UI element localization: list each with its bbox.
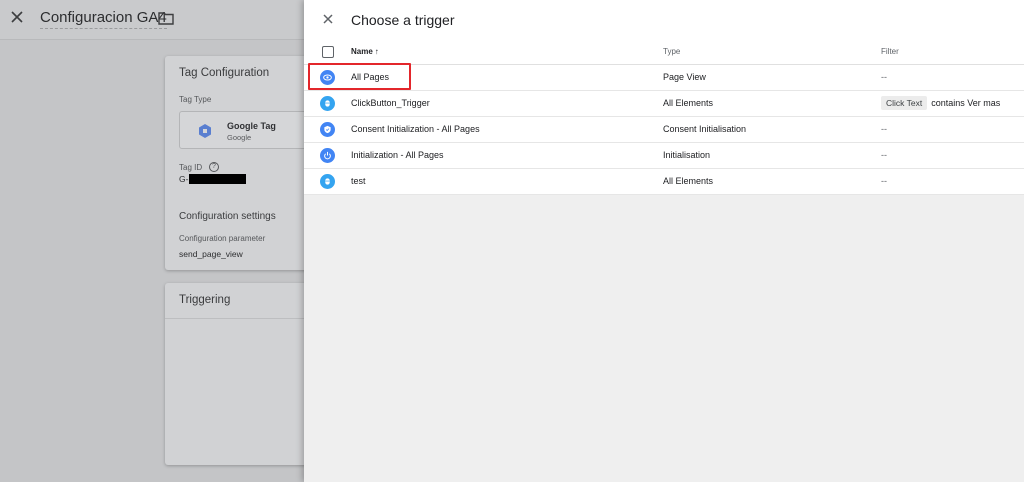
table-header: Name ↑ Type Filter — [304, 40, 1024, 65]
triggering-card[interactable]: Triggering — [165, 283, 315, 465]
tag-configuration-card[interactable]: Tag Configuration Tag Type Google Tag Go… — [165, 56, 315, 270]
tag-type-name: Google Tag — [227, 121, 276, 131]
power-icon — [320, 148, 335, 163]
config-settings-label: Configuration settings — [179, 211, 276, 222]
config-param-label: Configuration parameter — [179, 234, 266, 243]
table-row[interactable]: test All Elements -- — [304, 169, 1024, 195]
filter-variable-chip: Click Text — [881, 96, 928, 110]
trigger-filter: -- — [881, 176, 887, 186]
trigger-table: Name ↑ Type Filter All Pages Page View --… — [304, 40, 1024, 195]
sort-arrow-icon: ↑ — [374, 47, 379, 56]
column-header-filter: Filter — [881, 47, 899, 56]
trigger-filter: -- — [881, 124, 887, 134]
trigger-name: Consent Initialization - All Pages — [351, 124, 480, 134]
drawer-header: Choose a trigger — [304, 0, 1024, 40]
divider — [165, 318, 315, 319]
folder-icon[interactable] — [158, 11, 174, 25]
drawer-title: Choose a trigger — [351, 12, 455, 28]
trigger-name: All Pages — [351, 72, 390, 82]
click-icon — [320, 174, 335, 189]
tag-type-box: Google Tag Google — [179, 111, 309, 149]
table-row[interactable]: ClickButton_Trigger All Elements Click T… — [304, 91, 1024, 117]
table-row[interactable]: All Pages Page View -- — [304, 65, 1024, 91]
choose-trigger-drawer: Choose a trigger Name ↑ Type Filter All P… — [304, 0, 1024, 482]
google-tag-icon — [199, 124, 211, 138]
trigger-type: All Elements — [663, 176, 714, 186]
trigger-name: Initialization - All Pages — [351, 150, 444, 160]
table-row[interactable]: Consent Initialization - All Pages Conse… — [304, 117, 1024, 143]
redaction-bar — [189, 174, 246, 184]
trigger-type: Page View — [663, 72, 706, 82]
tag-id-label: Tag ID — [179, 163, 203, 172]
eye-icon — [320, 70, 335, 85]
close-icon[interactable] — [320, 11, 336, 27]
trigger-type: Consent Initialisation — [663, 124, 747, 134]
trigger-filter: Click Text contains Ver mas — [881, 96, 1000, 110]
trigger-name: test — [351, 176, 366, 186]
shield-icon — [320, 122, 335, 137]
click-icon — [320, 96, 335, 111]
table-row[interactable]: Initialization - All Pages Initialisatio… — [304, 143, 1024, 169]
trigger-type: All Elements — [663, 98, 714, 108]
column-header-type: Type — [663, 47, 681, 56]
trigger-type: Initialisation — [663, 150, 711, 160]
trigger-filter: -- — [881, 72, 887, 82]
column-name-label: Name — [351, 47, 373, 56]
close-icon[interactable] — [9, 9, 25, 25]
tag-type-label: Tag Type — [179, 95, 212, 104]
card-title: Tag Configuration — [179, 67, 270, 79]
config-param-value: send_page_view — [179, 249, 243, 259]
help-icon[interactable]: ? — [209, 162, 219, 172]
tag-type-vendor: Google — [227, 133, 252, 142]
filter-condition: contains Ver mas — [931, 98, 1001, 108]
trigger-filter: -- — [881, 150, 887, 160]
tag-name-title[interactable]: Configuracion GA4 — [40, 9, 167, 29]
card-title: Triggering — [179, 294, 231, 306]
tag-id-prefix: G- — [179, 174, 189, 184]
column-header-name[interactable]: Name ↑ — [351, 47, 379, 56]
select-all-checkbox[interactable] — [322, 46, 334, 58]
trigger-name: ClickButton_Trigger — [351, 98, 430, 108]
